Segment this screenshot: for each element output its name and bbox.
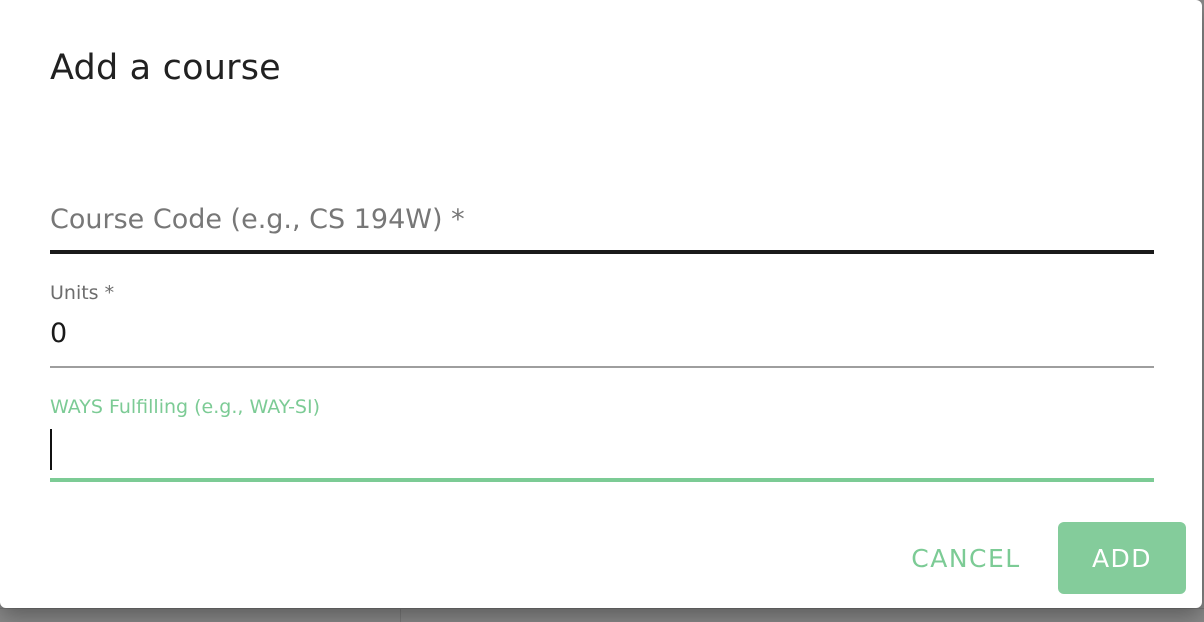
course-code-underline bbox=[50, 250, 1154, 254]
units-label: Units * bbox=[50, 282, 115, 304]
ways-label: WAYS Fulfilling (e.g., WAY-SI) bbox=[50, 396, 321, 418]
ways-underline-focused bbox=[50, 478, 1154, 482]
backdrop-divider bbox=[0, 608, 1204, 609]
units-input[interactable] bbox=[50, 314, 1154, 354]
add-button[interactable]: ADD bbox=[1058, 522, 1186, 594]
dialog-title: Add a course bbox=[50, 48, 281, 88]
course-code-field[interactable]: Course Code (e.g., CS 194W) * bbox=[50, 190, 1154, 254]
cancel-button[interactable]: CANCEL bbox=[892, 522, 1040, 594]
units-underline bbox=[50, 366, 1154, 368]
units-field[interactable]: Units * bbox=[50, 278, 1154, 368]
add-course-dialog: Add a course Course Code (e.g., CS 194W)… bbox=[0, 0, 1202, 608]
text-cursor bbox=[50, 429, 52, 470]
course-code-placeholder[interactable]: Course Code (e.g., CS 194W) * bbox=[50, 200, 465, 240]
backdrop-divider bbox=[400, 608, 401, 622]
ways-field[interactable]: WAYS Fulfilling (e.g., WAY-SI) bbox=[50, 392, 1154, 482]
